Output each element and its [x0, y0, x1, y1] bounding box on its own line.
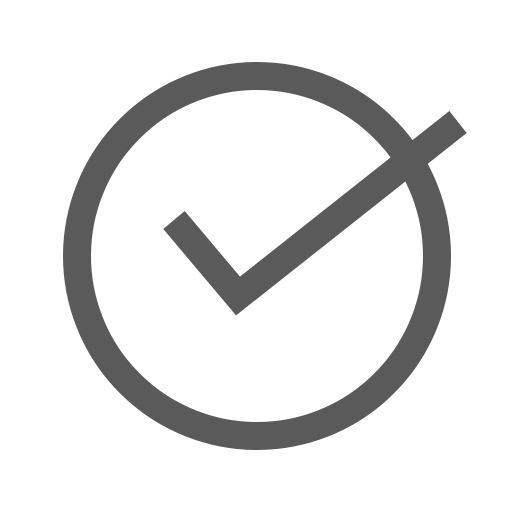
icon-canvas — [0, 0, 512, 512]
checkmark — [163, 111, 467, 316]
circle-outline — [63, 62, 451, 450]
check-circle-svg — [63, 62, 467, 450]
check-circle-icon — [0, 0, 512, 512]
